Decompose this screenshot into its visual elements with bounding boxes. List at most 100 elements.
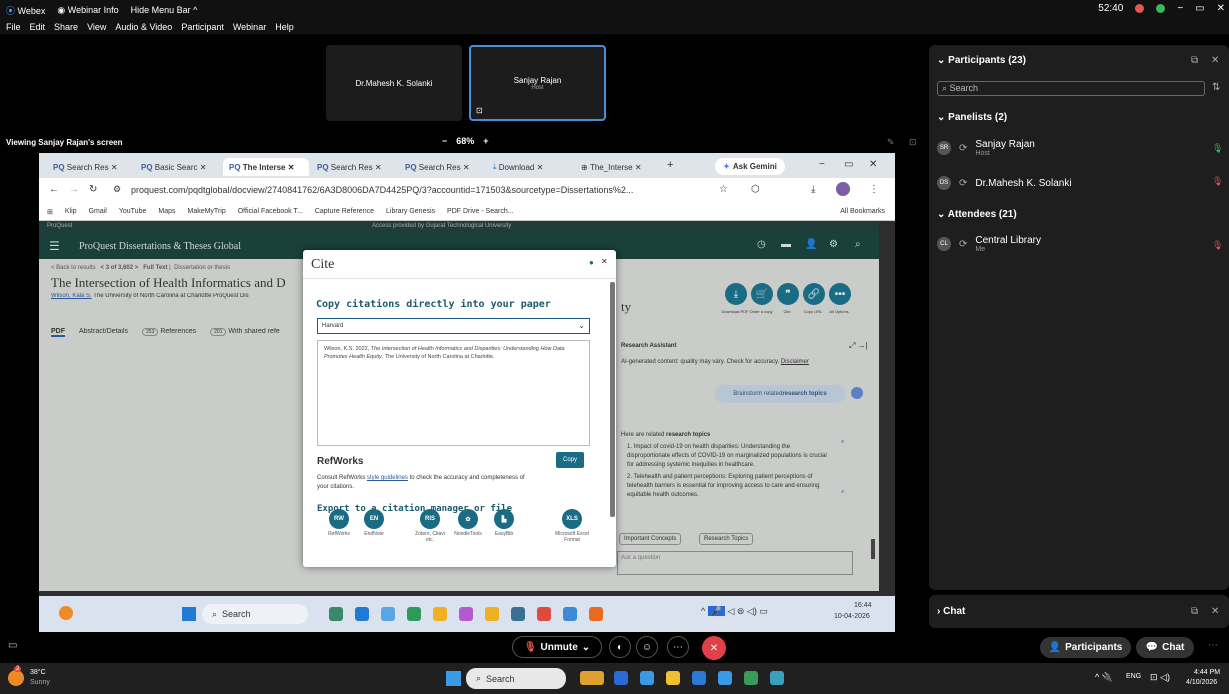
app-icon[interactable] (770, 671, 784, 685)
participant-row[interactable]: SR ⟳ Sanjay Rajan Host (937, 139, 1035, 157)
close-chat-icon[interactable]: ✕ (1211, 606, 1219, 617)
dialog-scrollbar[interactable] (610, 282, 615, 517)
participants-button[interactable]: 👤 Participants (1040, 637, 1131, 658)
maximize-window-icon[interactable]: ▭ (1195, 3, 1204, 14)
close-panel-icon[interactable]: ✕ (1211, 55, 1219, 66)
app-icon[interactable] (485, 607, 499, 621)
brainstorm-bubble[interactable]: Brainstorm related research topics (715, 385, 845, 403)
webinar-info-button[interactable]: ◉ Webinar Info (57, 5, 118, 16)
export-endnote-button[interactable]: EN (364, 509, 384, 529)
settings-icon[interactable]: ⚙ (829, 239, 838, 250)
taskbar-search[interactable]: ⌕ Search (466, 668, 566, 689)
app-icon[interactable] (329, 607, 343, 621)
citation-style-select[interactable]: Harvard ⌄ (317, 318, 590, 334)
participant-search-input[interactable]: ⌕ Search (937, 81, 1205, 96)
export-noodletools-button[interactable]: ✿ (458, 509, 478, 529)
close-dialog-icon[interactable]: ✕ (601, 257, 608, 266)
bookmark-item[interactable]: Official Facebook T... (238, 208, 303, 215)
menu-file[interactable]: File (6, 22, 21, 32)
captions-icon[interactable]: ▭ (8, 640, 17, 651)
tab-references[interactable]: 253 References (142, 328, 196, 337)
download-pdf-button[interactable]: ⤓ (725, 283, 747, 305)
panel-more-icon[interactable]: ⋯ (1208, 640, 1218, 651)
tab-abstract[interactable]: Abstract/Details (79, 328, 128, 337)
history-icon[interactable]: ◷ (757, 239, 766, 250)
zoom-out-button[interactable]: − (442, 136, 447, 146)
annotate-icon[interactable]: ✎ (887, 137, 895, 148)
copy-citation-button[interactable]: Copy (556, 452, 584, 468)
network-volume-icons[interactable]: ⊡ ◁) (1150, 672, 1170, 683)
bookmark-item[interactable]: Maps (158, 208, 175, 215)
cite-button[interactable]: ❞ (777, 283, 799, 305)
browser-tab[interactable]: PQ Search Res ✕ (399, 158, 485, 176)
export-easybib-button[interactable]: ▙ (494, 509, 514, 529)
app-icon[interactable] (589, 607, 603, 621)
app-icon[interactable] (433, 607, 447, 621)
mic-muted-icon[interactable]: 🎙 (1212, 240, 1223, 251)
ra-scrollbar[interactable] (871, 539, 875, 559)
new-tab-button[interactable]: + (667, 159, 673, 171)
url-field[interactable]: proquest.com/pqdtglobal/docview/27408417… (131, 185, 691, 195)
popout-icon[interactable]: ⊡ (909, 137, 917, 148)
popout-chat-icon[interactable]: ⧉ (1191, 606, 1198, 617)
bookmark-item[interactable]: MakeMyTrip (187, 208, 225, 215)
hamburger-menu-icon[interactable]: ☰ (49, 239, 60, 253)
app-icon[interactable] (718, 671, 732, 685)
close-browser-icon[interactable]: ✕ (869, 159, 877, 170)
taskbar-search[interactable]: ⌕ Search (202, 604, 308, 624)
apps-icon[interactable]: ⊞ (47, 208, 53, 216)
minimize-window-icon[interactable]: − (1177, 3, 1183, 14)
minimize-browser-icon[interactable]: − (819, 159, 825, 170)
topic-search-icon[interactable]: ⌕ (841, 489, 844, 496)
video-tile-host[interactable]: Sanjay Rajan Host ⊡ (469, 45, 606, 121)
more-options-button[interactable]: ⋯ (667, 636, 689, 658)
sort-icon[interactable]: ⇅ (1212, 82, 1220, 93)
app-icon[interactable] (580, 671, 604, 685)
browser-tab[interactable]: PQ Basic Searc ✕ (135, 158, 221, 176)
export-ris-button[interactable]: RIS (420, 509, 440, 529)
browser-tab[interactable]: PQ Search Res ✕ (311, 158, 397, 176)
menu-share[interactable]: Share (54, 22, 78, 32)
tray-icons[interactable]: ^ 🔌 (1095, 672, 1113, 683)
app-icon[interactable] (640, 671, 654, 685)
mic-on-icon[interactable]: 🎙 (1212, 143, 1223, 154)
popout-panel-icon[interactable]: ⧉ (1191, 55, 1198, 66)
copy-url-button[interactable]: 🔗 (803, 283, 825, 305)
bookmark-star-icon[interactable]: ☆ (719, 184, 728, 195)
app-icon[interactable] (744, 671, 758, 685)
ask-question-input[interactable]: Ask a question (617, 551, 853, 575)
browser-tab[interactable]: ⤓ Download ✕ (487, 158, 573, 176)
menu-audio-video[interactable]: Audio & Video (115, 22, 172, 32)
participant-row[interactable]: DS ⟳ Dr.Mahesh K. Solanki (937, 176, 1072, 190)
export-excel-button[interactable]: XLS (562, 509, 582, 529)
author-link[interactable]: Wilson, Kala S. (51, 293, 92, 299)
menu-help[interactable]: Help (275, 22, 294, 32)
app-icon[interactable] (537, 607, 551, 621)
chat-button[interactable]: 💬 Chat (1136, 637, 1194, 658)
more-menu-icon[interactable]: ⋮ (869, 184, 879, 195)
zoom-in-button[interactable]: + (483, 136, 488, 146)
chip-important-concepts[interactable]: Important Concepts (619, 533, 682, 545)
menu-participant[interactable]: Participant (181, 22, 224, 32)
video-tile-panelist[interactable]: Dr.Mahesh K. Solanki (326, 45, 462, 121)
all-options-button[interactable]: ••• (829, 283, 851, 305)
windows-start-icon[interactable] (446, 671, 461, 686)
extensions-icon[interactable]: ⬡ (751, 184, 760, 195)
bookmark-item[interactable]: YouTube (119, 208, 147, 215)
citation-text-box[interactable]: Wilson, K.S. 2022, The Intersection of H… (317, 340, 590, 446)
search-icon[interactable]: ⌕ (855, 239, 861, 250)
leave-button[interactable]: ✕ (702, 636, 726, 660)
menu-edit[interactable]: Edit (30, 22, 46, 32)
chat-panel-collapsed[interactable]: › Chat ⧉ ✕ (929, 595, 1229, 628)
help-icon[interactable]: ● (589, 258, 594, 267)
app-icon[interactable] (563, 607, 577, 621)
app-icon[interactable] (407, 607, 421, 621)
ask-gemini-button[interactable]: ✦ Ask Gemini (715, 158, 785, 175)
site-info-icon[interactable]: ⚙ (113, 184, 121, 195)
bookmark-item[interactable]: Klip (65, 208, 77, 215)
tab-shared-refs[interactable]: 201 With shared refe (210, 328, 280, 337)
tray-icons[interactable]: ^ 🎤 ◁ ⊜ ◁) ▭ (701, 606, 768, 617)
export-refworks-button[interactable]: RW (329, 509, 349, 529)
app-icon[interactable] (511, 607, 525, 621)
panelists-header[interactable]: ⌄ Panelists (2) (937, 112, 1007, 123)
